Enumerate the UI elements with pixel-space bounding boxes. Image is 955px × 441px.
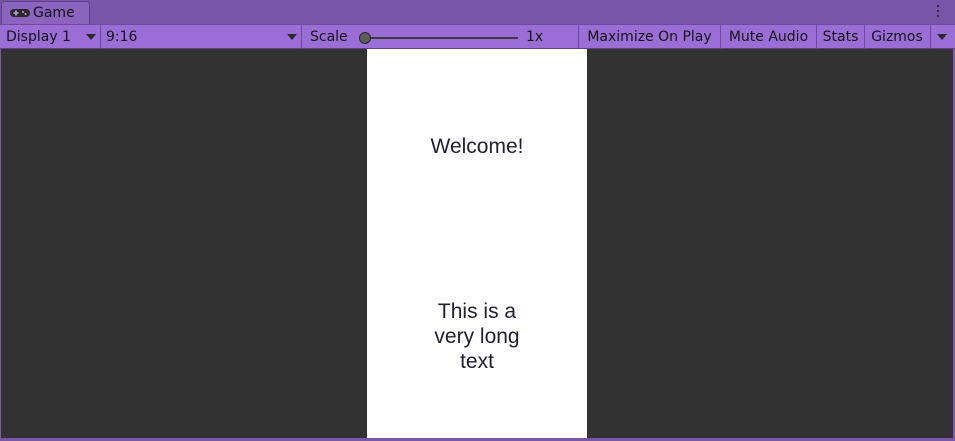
aspect-dropdown[interactable]: 9:16 xyxy=(101,25,301,49)
display-dropdown[interactable]: Display 1 xyxy=(0,25,100,49)
maximize-on-play-button[interactable]: Maximize On Play xyxy=(579,25,720,49)
scale-label: Scale xyxy=(310,29,348,45)
tab-label: Game xyxy=(33,5,75,21)
display-chevron-down-icon xyxy=(86,34,96,40)
gamepad-icon xyxy=(10,9,30,17)
welcome-text: Welcome! xyxy=(430,135,524,158)
gizmos-chevron-down-icon xyxy=(937,34,947,40)
tab-game[interactable]: Game xyxy=(1,1,90,24)
toolbar: Display 1 9:16 Scale 1x Maximize On Play… xyxy=(0,24,955,49)
stats-button[interactable]: Stats xyxy=(817,25,864,49)
long-text: This is a very long text xyxy=(434,300,520,373)
display-label: Display 1 xyxy=(6,29,71,45)
mute-audio-button[interactable]: Mute Audio xyxy=(721,25,816,49)
aspect-chevron-down-icon xyxy=(287,34,297,40)
scale-slider-thumb[interactable] xyxy=(359,32,371,44)
game-viewport[interactable]: Welcome! This is a very long text xyxy=(1,49,953,438)
game-window: Game Display 1 9:16 Scale 1x Maximize On… xyxy=(0,0,955,441)
more-options-icon[interactable] xyxy=(933,3,943,19)
scale-value: 1x xyxy=(526,29,544,45)
aspect-label: 9:16 xyxy=(106,29,138,45)
tab-strip: Game xyxy=(0,0,955,24)
scale-slider-track[interactable] xyxy=(366,37,518,39)
game-canvas: Welcome! This is a very long text xyxy=(367,49,587,438)
gizmos-button[interactable]: Gizmos xyxy=(865,25,929,49)
